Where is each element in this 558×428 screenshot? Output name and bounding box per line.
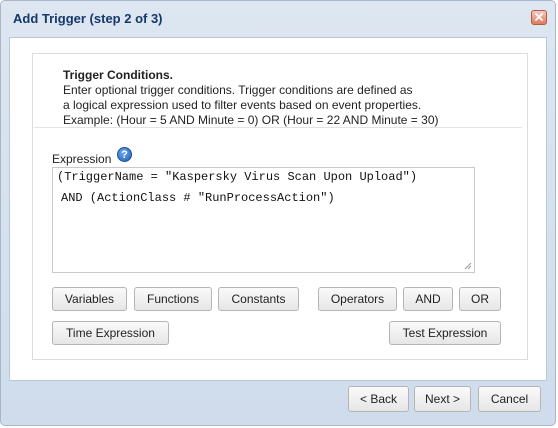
operators-button[interactable]: Operators — [318, 287, 397, 311]
resize-grip-icon[interactable] — [464, 262, 472, 270]
time-expression-button[interactable]: Time Expression — [52, 321, 169, 345]
add-trigger-dialog: Add Trigger (step 2 of 3) Trigger Condit… — [0, 0, 556, 426]
close-button[interactable] — [531, 10, 547, 25]
and-button[interactable]: AND — [403, 287, 453, 311]
expression-line: (TriggerName = "Kaspersky Virus Scan Upo… — [57, 170, 418, 184]
next-button[interactable]: Next > — [414, 386, 471, 412]
cancel-button[interactable]: Cancel — [478, 386, 541, 412]
close-icon — [535, 13, 543, 21]
info-line: a logical expression used to filter even… — [63, 98, 422, 112]
info-heading: Trigger Conditions. — [63, 68, 173, 82]
constants-button[interactable]: Constants — [218, 287, 299, 311]
or-button[interactable]: OR — [459, 287, 501, 311]
info-line: Enter optional trigger conditions. Trigg… — [63, 83, 413, 97]
test-expression-button[interactable]: Test Expression — [389, 321, 501, 345]
expression-label: Expression — [52, 152, 112, 166]
dialog-title: Add Trigger (step 2 of 3) — [13, 11, 163, 26]
functions-button[interactable]: Functions — [134, 287, 212, 311]
expression-line: AND (ActionClass # "RunProcessAction") — [61, 191, 335, 205]
variables-button[interactable]: Variables — [52, 287, 127, 311]
info-line: Example: (Hour = 5 AND Minute = 0) OR (H… — [63, 113, 439, 127]
dialog-titlebar[interactable]: Add Trigger (step 2 of 3) — [1, 1, 555, 37]
expression-textarea[interactable]: (TriggerName = "Kaspersky Virus Scan Upo… — [52, 167, 475, 273]
back-button[interactable]: < Back — [348, 386, 409, 412]
help-icon[interactable]: ? — [117, 147, 132, 162]
